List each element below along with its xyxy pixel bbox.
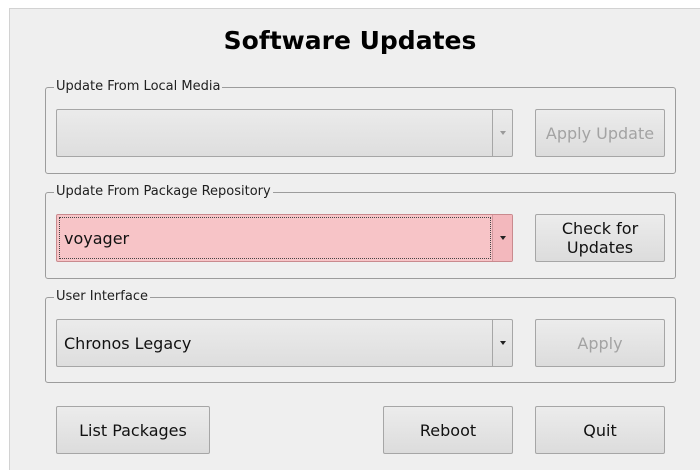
list-packages-button[interactable]: List Packages [56, 406, 210, 454]
check-for-updates-button[interactable]: Check for Updates [535, 214, 665, 262]
reboot-button[interactable]: Reboot [383, 406, 513, 454]
user-interface-dropdown-button[interactable] [492, 320, 512, 366]
local-media-select[interactable] [56, 109, 513, 157]
local-media-dropdown-button[interactable] [492, 110, 512, 156]
repository-dropdown-button[interactable] [492, 215, 512, 261]
chevron-down-icon [499, 131, 506, 135]
page-title: Software Updates [223, 26, 477, 55]
apply-update-button[interactable]: Apply Update [535, 109, 665, 157]
user-interface-select[interactable]: Chronos Legacy [56, 319, 513, 367]
user-interface-legend: User Interface [56, 289, 148, 304]
apply-ui-button[interactable]: Apply [535, 319, 665, 367]
repository-select[interactable]: voyager [56, 214, 513, 262]
repository-select-value: voyager [64, 228, 130, 248]
quit-button[interactable]: Quit [535, 406, 665, 454]
local-media-legend: Update From Local Media [56, 79, 221, 94]
package-repository-legend: Update From Package Repository [56, 184, 271, 199]
chevron-down-icon [499, 341, 506, 345]
chevron-down-icon [499, 236, 506, 240]
user-interface-select-value: Chronos Legacy [64, 333, 192, 353]
